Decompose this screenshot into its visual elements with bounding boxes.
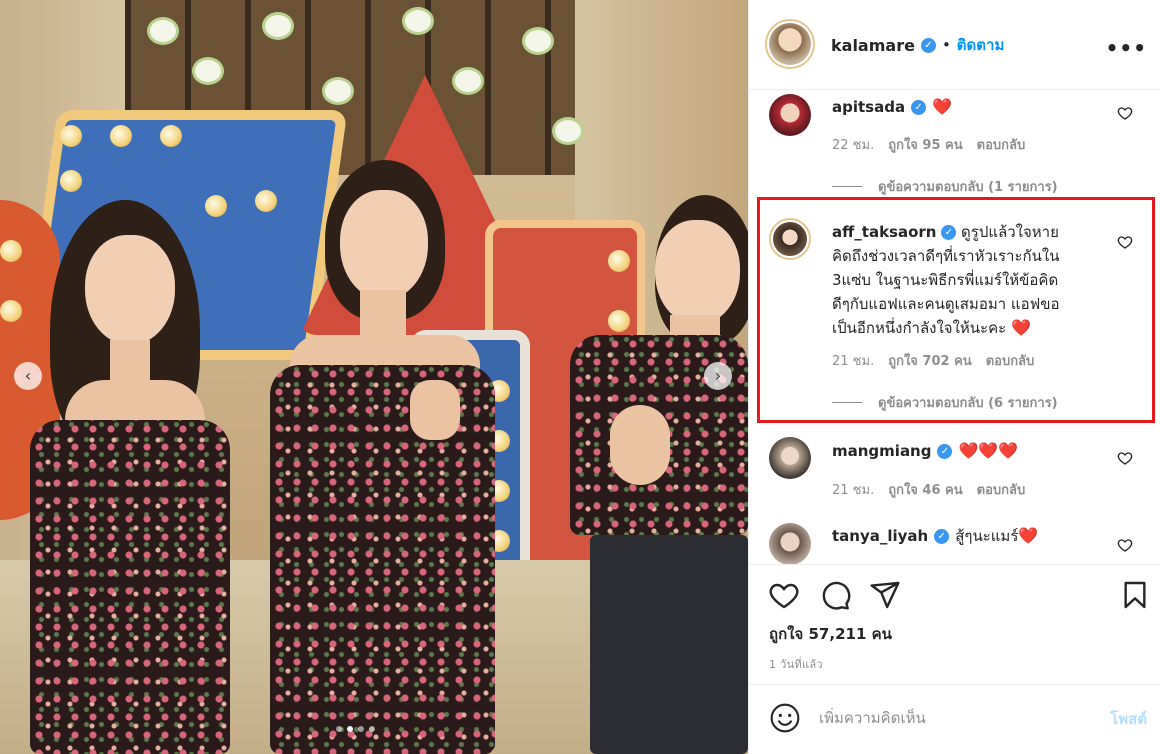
- verified-badge-icon: ✓: [941, 225, 957, 240]
- more-options-icon[interactable]: •••: [1106, 36, 1147, 60]
- carousel-next-arrow[interactable]: ›: [704, 362, 732, 390]
- comment-like-count[interactable]: ถูกใจ 95 คน: [888, 134, 962, 155]
- reply-button[interactable]: ตอบกลับ: [977, 479, 1026, 500]
- commenter-username[interactable]: apitsada: [832, 95, 905, 119]
- view-replies-button[interactable]: ดูข้อความตอบกลับ (1 รายการ): [832, 176, 1058, 197]
- post-actions-bar: ถูกใจ 57,211 คน 1 วันที่แล้ว: [749, 564, 1160, 684]
- post-like-count[interactable]: ถูกใจ 57,211 คน: [769, 622, 892, 646]
- comment-heart-emoji: ❤️: [1011, 318, 1031, 337]
- view-replies-button[interactable]: ดูข้อความตอบกลับ (6 รายการ): [832, 392, 1058, 413]
- post-comment-button[interactable]: โพสต์: [1110, 707, 1147, 731]
- add-comment-input[interactable]: [819, 703, 1079, 733]
- author-avatar[interactable]: [765, 19, 815, 69]
- follow-button[interactable]: ติดตาม: [957, 33, 1005, 57]
- person-center: [250, 160, 510, 754]
- post-timestamp[interactable]: 1 วันที่แล้ว: [769, 655, 823, 673]
- comment-time[interactable]: 22 ชม.: [832, 134, 874, 155]
- author-username[interactable]: kalamare: [831, 36, 915, 55]
- post-image[interactable]: ‹ ›: [0, 0, 748, 754]
- commenter-avatar[interactable]: [769, 437, 811, 479]
- reply-button[interactable]: ตอบกลับ: [986, 350, 1035, 371]
- comment-mangmiang: mangmiang ✓ ❤️❤️❤️ 21 ชม. ถูกใจ 46 คน ตอ…: [749, 432, 1160, 512]
- comment-tanya-liyah: tanya_liyah ✓ สู้ๆนะแมร์ ❤️: [749, 518, 1160, 564]
- add-comment-bar: โพสต์: [749, 684, 1160, 754]
- person-right: [570, 195, 748, 754]
- comment-time[interactable]: 21 ชม.: [832, 479, 874, 500]
- verified-badge-icon: ✓: [937, 443, 953, 459]
- carousel-dot: [358, 726, 364, 732]
- view-replies-label: ดูข้อความตอบกลับ (1 รายการ): [878, 180, 1058, 195]
- commenter-username[interactable]: mangmiang: [832, 439, 931, 463]
- like-heart-icon[interactable]: [768, 579, 800, 611]
- comment-time[interactable]: 21 ชม.: [832, 350, 874, 371]
- comment-text: ❤️❤️❤️: [958, 441, 1019, 460]
- verified-badge-icon: ✓: [934, 528, 950, 544]
- comment-text: สู้ๆนะแมร์: [955, 527, 1019, 545]
- save-bookmark-icon[interactable]: [1119, 579, 1151, 611]
- carousel-dot-active: [347, 726, 353, 732]
- carousel-dot: [336, 726, 342, 732]
- verified-badge-icon: ✓: [920, 37, 936, 53]
- comment-text-line-5: เป็นอีกหนึ่งกำลังใจให้นะคะ: [832, 319, 1007, 337]
- reply-button[interactable]: ตอบกลับ: [977, 134, 1026, 155]
- comment-text-line-4: ดีๆกับแอฟและคนดูเสมอมา แอฟขอ: [832, 295, 1060, 313]
- commenter-avatar[interactable]: [769, 523, 811, 564]
- post-header: kalamare ✓ • ติดตาม •••: [749, 0, 1160, 90]
- post-sidebar: kalamare ✓ • ติดตาม ••• apitsada ✓ ❤️ 22…: [748, 0, 1160, 754]
- comment-like-heart-icon[interactable]: [1117, 105, 1133, 121]
- comment-text-line-3: 3แซ่บ ในฐานะพิธีกรพี่แมร์ให้ข้อคิด: [832, 271, 1059, 289]
- share-send-icon[interactable]: [869, 579, 901, 611]
- carousel-dots: [336, 726, 375, 732]
- comment-like-count[interactable]: ถูกใจ 702 คน: [888, 350, 971, 371]
- commenter-username[interactable]: tanya_liyah: [832, 524, 928, 548]
- emoji-smiley-icon[interactable]: [769, 702, 801, 734]
- comment-heart-emoji: ❤️: [1018, 526, 1039, 545]
- view-replies-label: ดูข้อความตอบกลับ (6 รายการ): [878, 396, 1058, 411]
- comment-text-line-1: ดูรูปแล้วใจหาย: [961, 223, 1059, 241]
- verified-badge-icon: ✓: [911, 99, 927, 115]
- separator-dot: •: [941, 36, 951, 54]
- replies-divider-line: [832, 402, 862, 403]
- comment-aff-taksaorn: aff_taksaorn ✓ ดูรูปแล้วใจหาย คิดถึงช่วง…: [749, 212, 1160, 412]
- comment-like-heart-icon[interactable]: [1117, 537, 1133, 553]
- comment-like-count[interactable]: ถูกใจ 46 คน: [888, 479, 962, 500]
- carousel-dot: [369, 726, 375, 732]
- carousel-prev-arrow[interactable]: ‹: [14, 362, 42, 390]
- comment-bubble-icon[interactable]: [819, 579, 851, 611]
- commenter-username[interactable]: aff_taksaorn: [832, 223, 936, 241]
- comment-text-line-2: คิดถึงช่วงเวลาดีๆที่เราหัวเราะกันใน: [832, 247, 1060, 265]
- comment-apitsada: apitsada ✓ ❤️ 22 ชม. ถูกใจ 95 คน ตอบกลับ…: [749, 90, 1160, 197]
- comment-text: ❤️: [932, 97, 953, 116]
- replies-divider-line: [832, 186, 862, 187]
- comment-like-heart-icon[interactable]: [1117, 450, 1133, 466]
- commenter-avatar[interactable]: [769, 218, 811, 260]
- comment-like-heart-icon[interactable]: [1117, 234, 1133, 250]
- commenter-avatar[interactable]: [769, 94, 811, 136]
- person-left: [20, 200, 260, 754]
